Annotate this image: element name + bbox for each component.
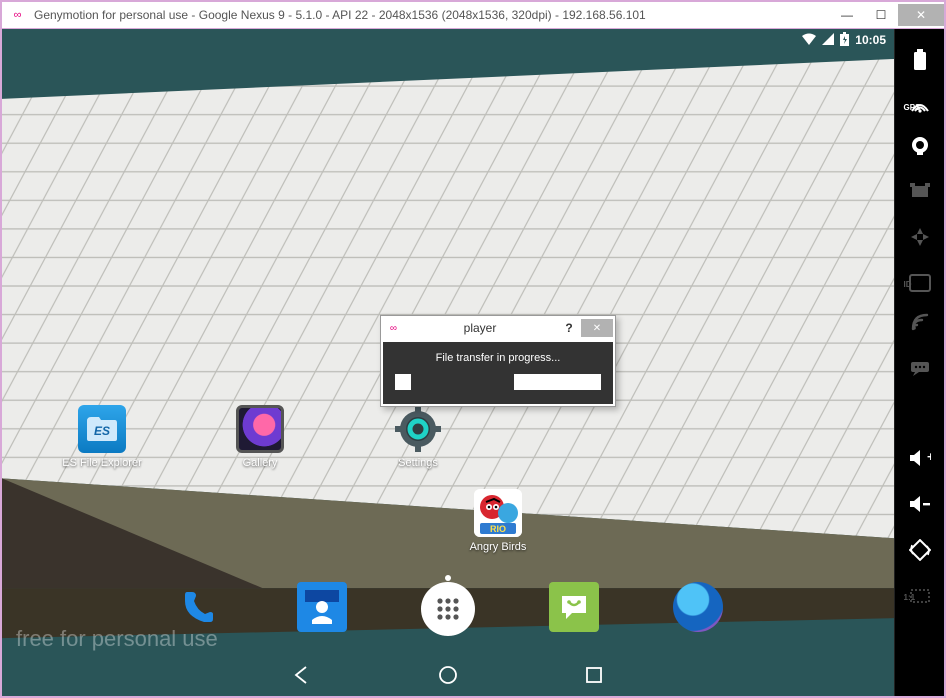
dock-contacts[interactable] — [297, 582, 347, 632]
browser-globe-icon — [673, 582, 723, 632]
nav-recent[interactable] — [581, 662, 607, 688]
apps-grid-icon — [435, 596, 461, 622]
dock-phone[interactable] — [173, 582, 223, 632]
app-window: ∞ Genymotion for personal use - Google N… — [0, 0, 946, 698]
nav-home[interactable] — [435, 662, 461, 688]
app-label: Settings — [398, 457, 438, 469]
volume-up-button[interactable]: + — [904, 445, 936, 471]
dialog-body: File transfer in progress... — [383, 342, 613, 404]
dock-all-apps[interactable] — [421, 582, 475, 636]
volume-down-button[interactable] — [904, 491, 936, 517]
progress-fill — [411, 374, 514, 390]
minimize-button[interactable]: — — [830, 4, 864, 26]
camera-widget-button[interactable] — [904, 132, 936, 158]
rotate-button[interactable] — [904, 537, 936, 563]
battery-charging-icon — [840, 32, 849, 49]
capture-video-button[interactable] — [904, 178, 936, 204]
app-label: Angry Birds — [470, 541, 527, 553]
dialog-titlebar[interactable]: ∞ player ? ✕ — [381, 316, 615, 340]
app-label: ES File Explorer — [62, 457, 141, 469]
app-angry-birds[interactable]: RIO Angry Birds — [462, 489, 534, 553]
app-label: Gallery — [243, 457, 278, 469]
svg-text:ES: ES — [94, 424, 110, 438]
dock-messaging[interactable] — [549, 582, 599, 632]
genymotion-logo-icon: ∞ — [381, 323, 403, 334]
dialog-close-button[interactable]: ✕ — [581, 319, 613, 337]
battery-widget-button[interactable] — [904, 47, 936, 73]
watermark: free for personal use — [16, 626, 218, 652]
es-file-explorer-icon: ES — [78, 405, 126, 453]
window-body: 10:05 ES ES File Explorer Gallery — [2, 28, 944, 696]
settings-icon — [394, 405, 442, 453]
nav-back[interactable] — [289, 662, 315, 688]
app-gallery[interactable]: Gallery — [224, 405, 296, 469]
phone-button[interactable] — [904, 355, 936, 381]
genymotion-sidebar: GPS ID + 1:1 — [894, 29, 944, 696]
angry-birds-icon: RIO — [474, 489, 522, 537]
signal-icon — [822, 33, 834, 48]
app-es-file-explorer[interactable]: ES ES File Explorer — [66, 405, 138, 469]
android-status-bar[interactable]: 10:05 — [2, 29, 894, 51]
gallery-icon — [236, 405, 284, 453]
gps-label: GPS — [904, 103, 936, 112]
window-titlebar[interactable]: ∞ Genymotion for personal use - Google N… — [2, 2, 944, 28]
remote-control-button[interactable] — [904, 224, 936, 250]
dialog-message: File transfer in progress... — [395, 352, 601, 364]
dialog-help-button[interactable]: ? — [557, 321, 581, 335]
svg-text:+: + — [927, 449, 931, 464]
svg-text:RIO: RIO — [490, 524, 506, 534]
clock: 10:05 — [855, 33, 886, 47]
player-dialog[interactable]: ∞ player ? ✕ File transfer in progress..… — [380, 315, 616, 407]
android-navbar — [2, 654, 894, 696]
page-indicator-dot — [445, 575, 451, 581]
emulator-viewport[interactable]: 10:05 ES ES File Explorer Gallery — [2, 29, 894, 696]
genymotion-logo-icon: ∞ — [2, 9, 26, 21]
dock-browser[interactable] — [673, 582, 723, 632]
home-icon-row: ES ES File Explorer Gallery Settings — [66, 405, 454, 469]
close-button[interactable]: ✕ — [898, 4, 944, 26]
maximize-button[interactable]: ☐ — [864, 4, 898, 26]
app-settings[interactable]: Settings — [382, 405, 454, 469]
wifi-icon — [802, 33, 816, 48]
dialog-title: player — [403, 321, 557, 335]
window-title: Genymotion for personal use - Google Nex… — [26, 8, 830, 22]
progress-bar — [395, 374, 601, 390]
network-button[interactable] — [904, 309, 936, 335]
